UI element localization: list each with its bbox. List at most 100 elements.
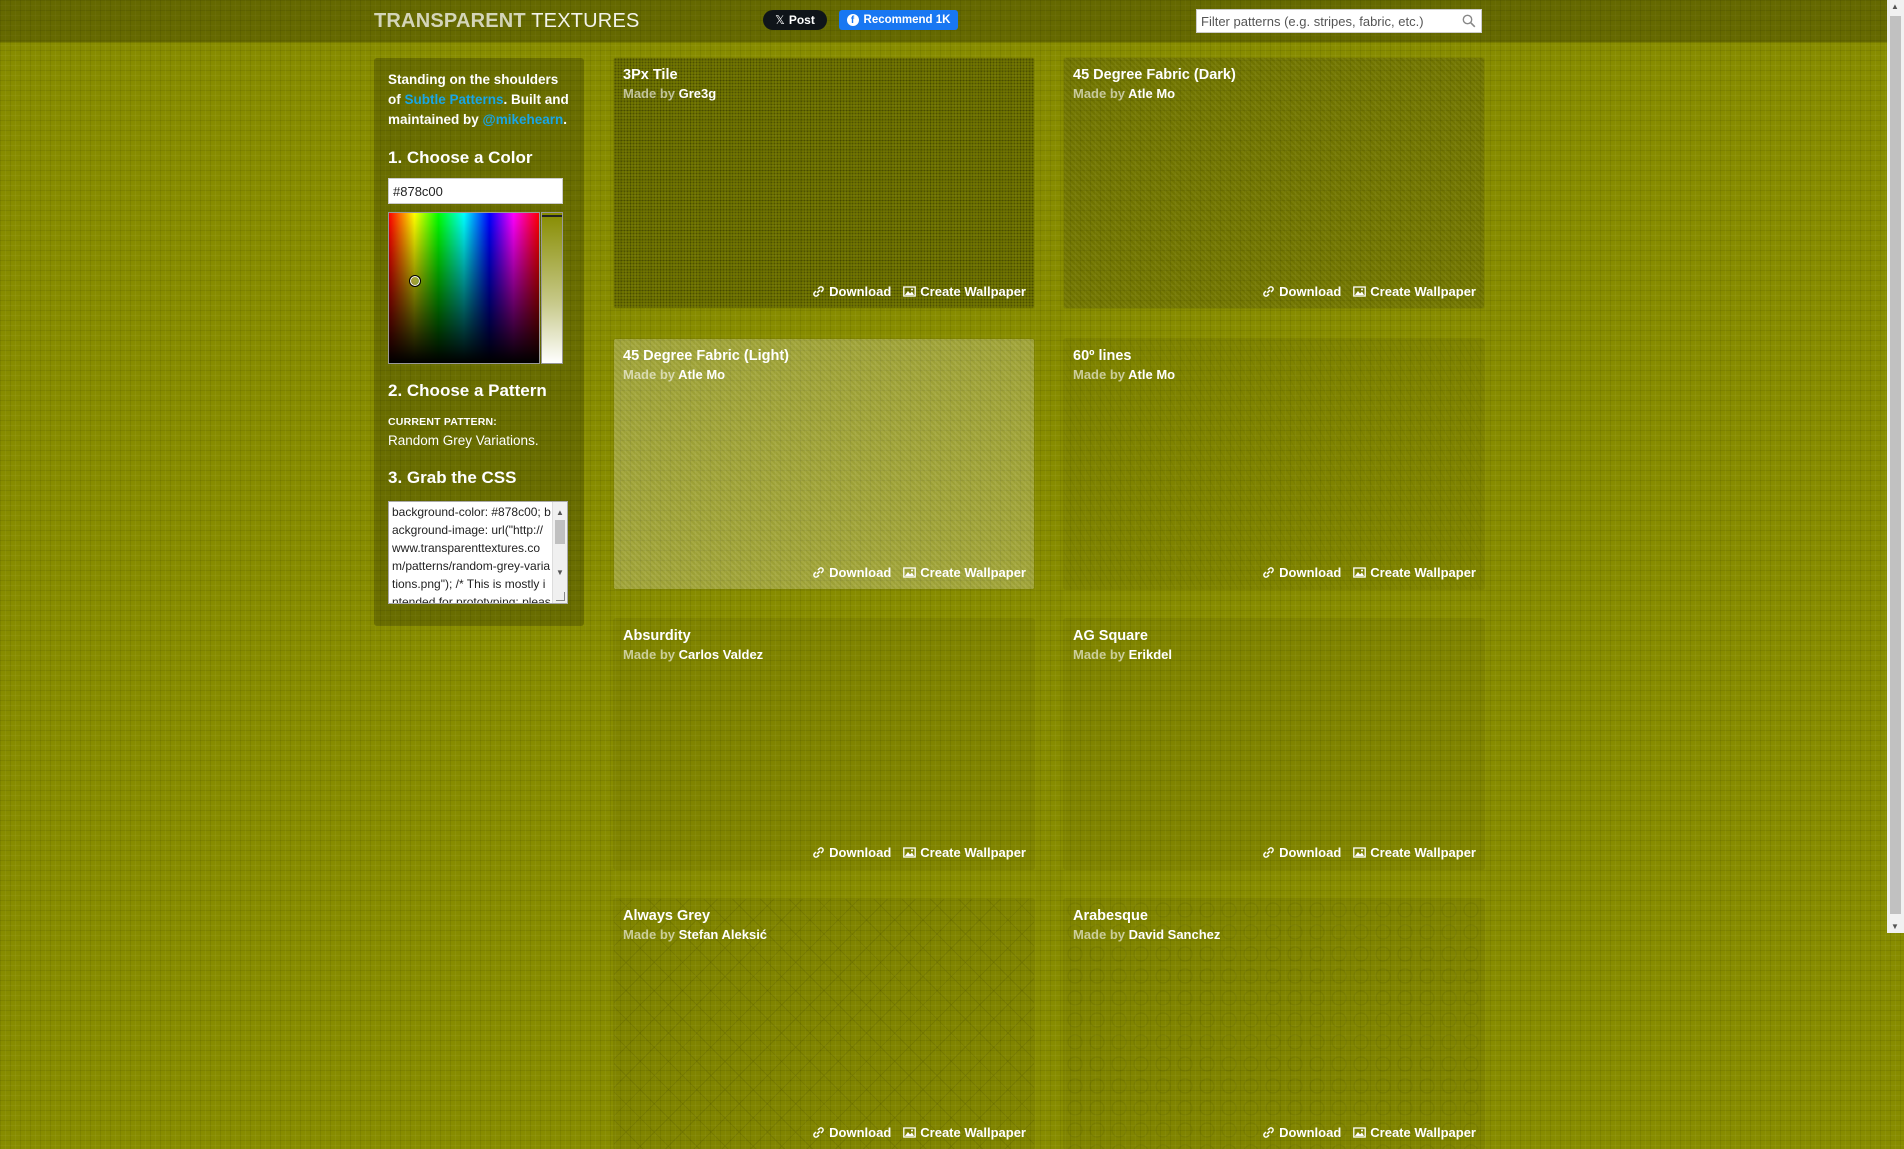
page-scroll-down-icon[interactable]: ▼ xyxy=(1891,922,1899,931)
pattern-actions: Download Create Wallpaper xyxy=(812,1125,1026,1140)
intro-text: Standing on the shoulders of Subtle Patt… xyxy=(388,70,570,130)
step-3-heading: 3. Grab the CSS xyxy=(388,468,517,487)
search-input[interactable] xyxy=(1197,10,1451,32)
image-icon xyxy=(903,847,917,858)
download-button[interactable]: Download xyxy=(1262,1125,1341,1140)
pattern-actions: Download Create Wallpaper xyxy=(1262,845,1476,860)
logo-light-text: TEXTURES xyxy=(531,10,640,32)
create-wallpaper-label: Create Wallpaper xyxy=(920,284,1026,299)
download-button[interactable]: Download xyxy=(812,284,891,299)
link-icon xyxy=(813,567,824,578)
create-wallpaper-button[interactable]: Create Wallpaper xyxy=(903,845,1026,860)
facebook-recommend-button[interactable]: f Recommend 1K xyxy=(839,10,958,30)
scroll-down-arrow-icon[interactable]: ▼ xyxy=(556,564,564,582)
pattern-author[interactable]: Erikdel xyxy=(1129,647,1172,662)
page-scrollbar-thumb[interactable] xyxy=(1890,16,1901,914)
create-wallpaper-button[interactable]: Create Wallpaper xyxy=(903,284,1026,299)
pattern-author[interactable]: Atle Mo xyxy=(678,367,725,382)
pattern-title: Always Grey xyxy=(623,908,711,924)
pattern-author[interactable]: Atle Mo xyxy=(1128,86,1175,101)
css-output-textarea[interactable]: background-color: #878c00; background-im… xyxy=(388,501,568,604)
color-hex-input[interactable] xyxy=(388,178,563,204)
pattern-author[interactable]: Gre3g xyxy=(679,86,717,101)
link-icon xyxy=(1263,567,1274,578)
pattern-actions: Download Create Wallpaper xyxy=(1262,565,1476,580)
intro-suffix: . xyxy=(563,112,568,127)
create-wallpaper-button[interactable]: Create Wallpaper xyxy=(1353,1125,1476,1140)
download-button[interactable]: Download xyxy=(812,1125,891,1140)
pattern-byline: Made by Atle Mo xyxy=(623,367,725,382)
download-label: Download xyxy=(829,845,892,860)
pattern-author[interactable]: Carlos Valdez xyxy=(679,647,764,662)
made-by-label: Made by xyxy=(623,647,676,662)
current-pattern-value: Random Grey Variations. xyxy=(388,433,539,448)
css-scrollbar-thumb[interactable] xyxy=(555,520,565,544)
pattern-card[interactable]: 3Px Tile Made by Gre3g Download Create W… xyxy=(614,58,1034,308)
facebook-logo-icon: f xyxy=(846,14,859,26)
create-wallpaper-button[interactable]: Create Wallpaper xyxy=(1353,565,1476,580)
lightness-slider[interactable] xyxy=(541,212,563,364)
pattern-author[interactable]: David Sanchez xyxy=(1129,927,1221,942)
pattern-title: 45 Degree Fabric (Dark) xyxy=(1073,67,1236,83)
top-bar: TRANSPARENT TEXTURES 𝕏 Post f Recommend … xyxy=(0,0,1887,42)
download-button[interactable]: Download xyxy=(812,845,891,860)
download-label: Download xyxy=(1279,845,1342,860)
made-by-label: Made by xyxy=(623,367,676,382)
download-button[interactable]: Download xyxy=(812,565,891,580)
pattern-byline: Made by Atle Mo xyxy=(1073,86,1175,101)
step-1-heading: 1. Choose a Color xyxy=(388,148,533,167)
download-label: Download xyxy=(1279,284,1342,299)
page-scroll-up-icon[interactable]: ▲ xyxy=(1891,2,1899,11)
pattern-actions: Download Create Wallpaper xyxy=(812,565,1026,580)
resize-grip-icon[interactable] xyxy=(556,592,565,601)
x-logo-icon: 𝕏 xyxy=(775,13,785,27)
site-logo[interactable]: TRANSPARENT TEXTURES xyxy=(374,10,640,32)
create-wallpaper-button[interactable]: Create Wallpaper xyxy=(903,1125,1026,1140)
pattern-byline: Made by Carlos Valdez xyxy=(623,647,763,662)
pattern-card[interactable]: Absurdity Made by Carlos Valdez Download… xyxy=(614,619,1034,869)
subtle-patterns-link[interactable]: Subtle Patterns xyxy=(405,92,504,107)
pattern-byline: Made by Atle Mo xyxy=(1073,367,1175,382)
download-label: Download xyxy=(1279,565,1342,580)
download-button[interactable]: Download xyxy=(1262,284,1341,299)
image-icon xyxy=(903,1127,917,1138)
pattern-card[interactable]: 45 Degree Fabric (Light) Made by Atle Mo… xyxy=(614,339,1034,589)
logo-bold-text: TRANSPARENT xyxy=(374,10,526,32)
page-scrollbar[interactable]: ▲ ▼ xyxy=(1887,0,1904,933)
download-button[interactable]: Download xyxy=(1262,565,1341,580)
pattern-actions: Download Create Wallpaper xyxy=(1262,284,1476,299)
lightness-slider-handle[interactable] xyxy=(542,215,562,217)
pattern-card[interactable]: 45 Degree Fabric (Dark) Made by Atle Mo … xyxy=(1064,58,1484,308)
download-button[interactable]: Download xyxy=(1262,845,1341,860)
create-wallpaper-label: Create Wallpaper xyxy=(920,1125,1026,1140)
pattern-byline: Made by Stefan Aleksić xyxy=(623,927,767,942)
pattern-card[interactable]: Arabesque Made by David Sanchez Download… xyxy=(1064,899,1484,1149)
link-icon xyxy=(813,847,824,858)
color-picker-area[interactable] xyxy=(388,212,540,364)
color-picker-cursor[interactable] xyxy=(409,275,421,287)
pattern-card[interactable]: AG Square Made by Erikdel Download Creat… xyxy=(1064,619,1484,869)
pattern-card[interactable]: Always Grey Made by Stefan Aleksić Downl… xyxy=(614,899,1034,1149)
pattern-title: 60º lines xyxy=(1073,348,1132,364)
create-wallpaper-button[interactable]: Create Wallpaper xyxy=(1353,845,1476,860)
create-wallpaper-label: Create Wallpaper xyxy=(1370,845,1476,860)
pattern-author[interactable]: Stefan Aleksić xyxy=(679,927,767,942)
css-output-scrollbar[interactable]: ▲ ▼ xyxy=(552,502,567,603)
create-wallpaper-button[interactable]: Create Wallpaper xyxy=(903,565,1026,580)
image-icon xyxy=(1353,567,1367,578)
search-icon[interactable] xyxy=(1462,14,1476,28)
x-post-button[interactable]: 𝕏 Post xyxy=(763,10,827,30)
pattern-actions: Download Create Wallpaper xyxy=(1262,1125,1476,1140)
facebook-recommend-label: Recommend 1K xyxy=(863,14,951,26)
pattern-title: Absurdity xyxy=(623,628,691,644)
pattern-byline: Made by Gre3g xyxy=(623,86,716,101)
pattern-author[interactable]: Atle Mo xyxy=(1128,367,1175,382)
link-icon xyxy=(1263,847,1274,858)
pattern-card[interactable]: 60º lines Made by Atle Mo Download Creat… xyxy=(1064,339,1484,589)
create-wallpaper-button[interactable]: Create Wallpaper xyxy=(1353,284,1476,299)
download-label: Download xyxy=(829,565,892,580)
pattern-actions: Download Create Wallpaper xyxy=(812,845,1026,860)
x-post-label: Post xyxy=(788,13,815,27)
mikehearn-link[interactable]: @mikehearn xyxy=(483,112,564,127)
made-by-label: Made by xyxy=(623,927,676,942)
